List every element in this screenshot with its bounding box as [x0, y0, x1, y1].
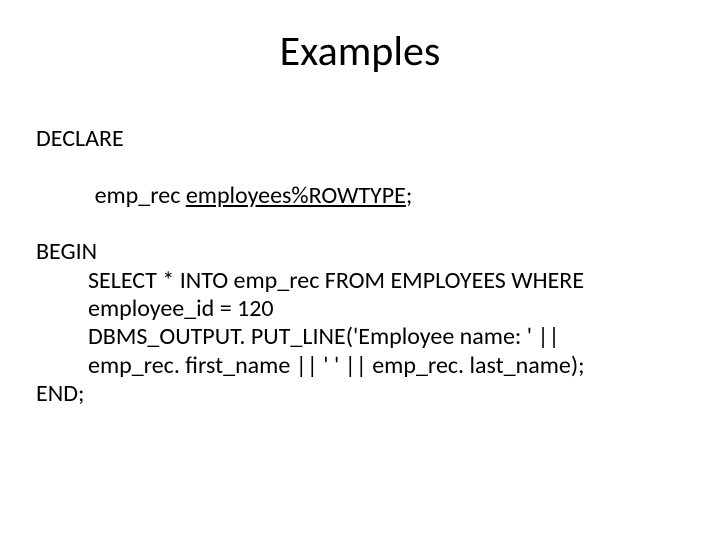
code-line: SELECT * INTO emp_rec FROM EMPLOYEES WHE… [36, 267, 684, 295]
code-text: ; [406, 181, 412, 210]
code-line: employee_id = 120 [36, 295, 684, 323]
code-line: DECLARE [36, 125, 684, 153]
slide: Examples DECLARE emp_rec employees%ROWTY… [0, 0, 720, 540]
code-block: DECLARE emp_rec employees%ROWTYPE; BEGIN… [36, 125, 684, 408]
code-line: DBMS_OUTPUT. PUT_LINE('Employee name: ' … [36, 323, 684, 351]
code-line: BEGIN [36, 238, 684, 266]
slide-title: Examples [36, 26, 684, 77]
code-text: emp_rec [95, 181, 181, 210]
code-text-underline: employees%ROWTYPE [186, 181, 406, 210]
code-line: emp_rec. first_name || ' ' || emp_rec. l… [36, 352, 684, 380]
code-line: emp_rec employees%ROWTYPE; [36, 153, 684, 238]
code-line: END; [36, 380, 684, 408]
